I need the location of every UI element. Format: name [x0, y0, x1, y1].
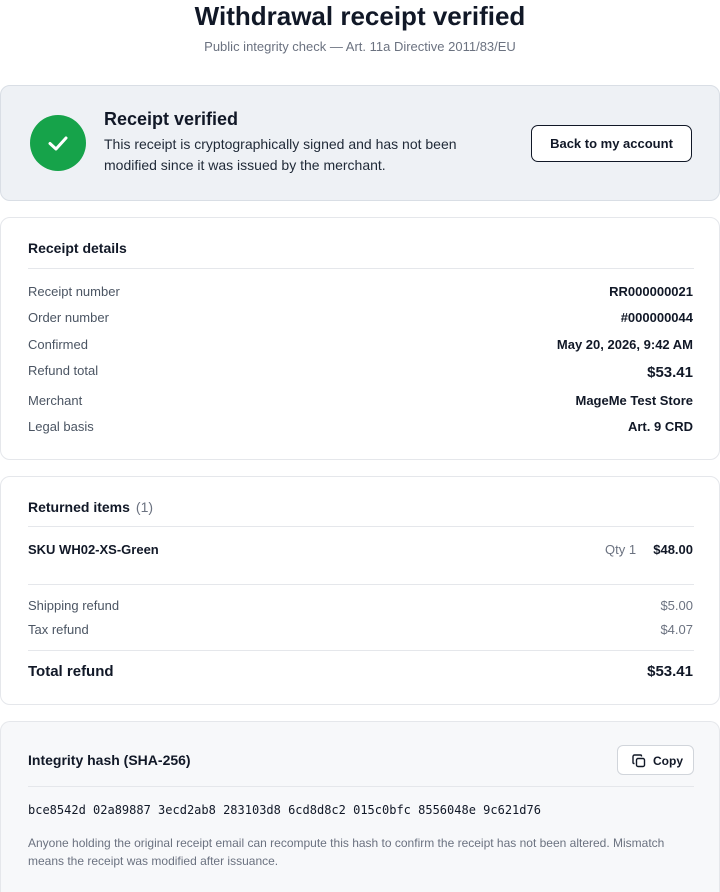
receipt-details-card: Receipt details Receipt number RR0000000…	[0, 217, 720, 460]
check-icon	[30, 115, 86, 171]
total-refund-value: $53.41	[647, 663, 693, 680]
item-sku: SKU WH02-XS-Green	[28, 542, 159, 557]
returned-items-title: Returned items (1)	[28, 498, 153, 516]
receipt-number-label: Receipt number	[28, 284, 120, 299]
order-number-value: #000000044	[620, 310, 693, 325]
verified-banner: Receipt verified This receipt is cryptog…	[0, 85, 720, 201]
hash-note: Anyone holding the original receipt emai…	[28, 836, 665, 868]
item-count-badge: (1)	[135, 499, 154, 515]
total-refund-label: Total refund	[28, 663, 114, 680]
divider	[28, 584, 694, 585]
item-price: $48.00	[653, 542, 693, 557]
copy-label: Copy	[653, 754, 683, 768]
returned-items-heading: Returned items	[28, 499, 130, 515]
shipping-refund-label: Shipping refund	[28, 598, 120, 613]
integrity-hash-title: Integrity hash (SHA-256)	[28, 752, 191, 768]
confirmed-value: May 20, 2026, 9:42 AM	[556, 337, 693, 352]
merchant-value: MageMe Test Store	[575, 393, 693, 408]
tax-refund-label: Tax refund	[28, 622, 89, 637]
legal-basis-label: Legal basis	[28, 419, 94, 434]
page-title: Withdrawal receipt verified	[194, 1, 526, 31]
divider	[28, 526, 694, 527]
divider	[28, 650, 694, 651]
divider	[28, 268, 694, 269]
shipping-refund-value: $5.00	[660, 598, 693, 613]
order-number-label: Order number	[28, 310, 109, 325]
merchant-label: Merchant	[28, 393, 83, 408]
copy-hash-button[interactable]: Copy	[617, 745, 694, 775]
page-subtitle: Public integrity check — Art. 11a Direct…	[204, 39, 516, 54]
receipt-details-title: Receipt details	[28, 240, 127, 256]
receipt-number-value: RR000000021	[609, 284, 693, 299]
confirmed-label: Confirmed	[28, 337, 88, 352]
hash-value: bce8542d 02a89887 3ecd2ab8 283103d8 6cd8…	[28, 803, 541, 817]
copy-icon	[632, 754, 646, 768]
integrity-hash-card: Integrity hash (SHA-256) Copy bce8542d 0…	[0, 721, 720, 892]
back-to-account-button[interactable]: Back to my account	[531, 125, 692, 162]
tax-refund-value: $4.07	[660, 622, 693, 637]
divider	[28, 786, 694, 787]
legal-basis-value: Art. 9 CRD	[627, 419, 693, 434]
refund-total-label: Refund total	[28, 363, 99, 378]
item-qty: Qty 1	[605, 542, 637, 557]
verified-title: Receipt verified	[104, 109, 239, 129]
returned-items-card: Returned items (1) SKU WH02-XS-Green Qty …	[0, 476, 720, 705]
verified-message: This receipt is cryptographically signed…	[104, 136, 457, 173]
refund-total-value: $53.41	[647, 364, 693, 381]
